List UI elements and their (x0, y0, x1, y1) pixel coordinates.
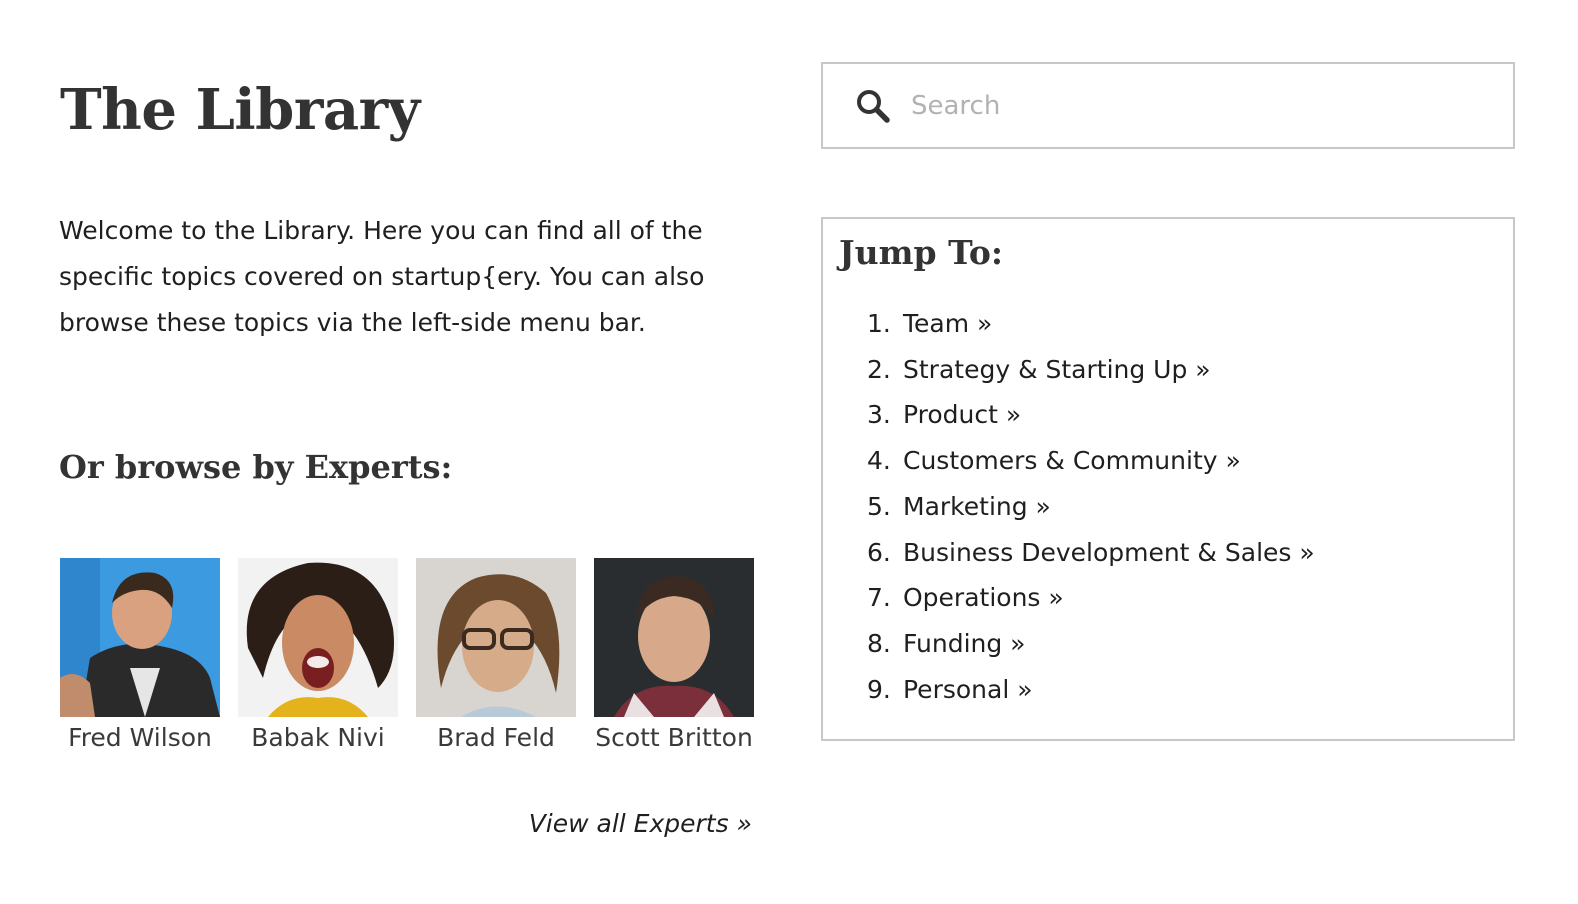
expert-card-scott-britton[interactable]: Scott Britton (594, 558, 754, 755)
jump-to-item-team[interactable]: 1. Team » (867, 301, 1315, 347)
intro-text: Welcome to the Library. Here you can fin… (59, 216, 705, 337)
expert-card-fred-wilson[interactable]: Fred Wilson (60, 558, 220, 755)
experts-heading: Or browse by Experts: (59, 448, 453, 486)
search-icon (855, 88, 891, 124)
search-input[interactable] (911, 82, 1491, 130)
jump-to-link[interactable]: Business Development & Sales » (903, 530, 1315, 576)
jump-to-link[interactable]: Funding » (903, 621, 1025, 667)
expert-photo[interactable] (60, 558, 220, 717)
jump-to-link[interactable]: Personal » (903, 667, 1033, 713)
jump-to-item-operations[interactable]: 7. Operations » (867, 575, 1315, 621)
experts-list: Fred Wilson Babak Nivi Brad Feld Scott B… (60, 558, 754, 755)
list-number: 3. (867, 400, 891, 430)
expert-name[interactable]: Scott Britton (595, 721, 753, 755)
library-page: The Library Welcome to the Library. Here… (0, 0, 1578, 904)
search-box[interactable] (821, 62, 1515, 149)
list-number: 1. (867, 309, 891, 338)
jump-to-item-customers[interactable]: 4. Customers & Community » (867, 438, 1315, 484)
jump-to-link[interactable]: Strategy & Starting Up » (903, 347, 1211, 393)
list-number: 7. (867, 583, 891, 613)
jump-to-item-product[interactable]: 3. Product » (867, 392, 1315, 438)
expert-name[interactable]: Fred Wilson (68, 721, 212, 755)
jump-to-list: 1. Team » 2. Strategy & Starting Up » 3.… (867, 301, 1315, 712)
expert-card-brad-feld[interactable]: Brad Feld (416, 558, 576, 755)
expert-photo[interactable] (416, 558, 576, 717)
jump-to-box: Jump To: 1. Team » 2. Strategy & Startin… (821, 217, 1515, 741)
list-number: 9. (867, 674, 891, 704)
jump-to-link[interactable]: Marketing » (903, 484, 1051, 530)
expert-photo[interactable] (594, 558, 754, 717)
expert-name[interactable]: Brad Feld (437, 721, 555, 755)
list-number: 6. (867, 537, 891, 567)
list-number: 8. (867, 628, 891, 658)
jump-to-link[interactable]: Team » (903, 301, 992, 347)
jump-to-link[interactable]: Customers & Community » (903, 438, 1241, 484)
list-number: 4. (867, 446, 891, 476)
jump-to-title: Jump To: (839, 233, 1004, 272)
list-number: 5. (867, 491, 891, 521)
jump-to-item-bizdev[interactable]: 6. Business Development & Sales » (867, 530, 1315, 576)
jump-to-link[interactable]: Product » (903, 392, 1021, 438)
jump-to-link[interactable]: Operations » (903, 575, 1064, 621)
expert-photo[interactable] (238, 558, 398, 717)
list-number: 2. (867, 354, 891, 384)
jump-to-item-funding[interactable]: 8. Funding » (867, 621, 1315, 667)
view-all-experts-link[interactable]: View all Experts » (529, 806, 752, 842)
jump-to-item-personal[interactable]: 9. Personal » (867, 667, 1315, 713)
page-title: The Library (60, 77, 420, 143)
expert-name[interactable]: Babak Nivi (251, 721, 384, 755)
expert-card-babak-nivi[interactable]: Babak Nivi (238, 558, 398, 755)
jump-to-item-marketing[interactable]: 5. Marketing » (867, 484, 1315, 530)
jump-to-item-strategy[interactable]: 2. Strategy & Starting Up » (867, 347, 1315, 393)
